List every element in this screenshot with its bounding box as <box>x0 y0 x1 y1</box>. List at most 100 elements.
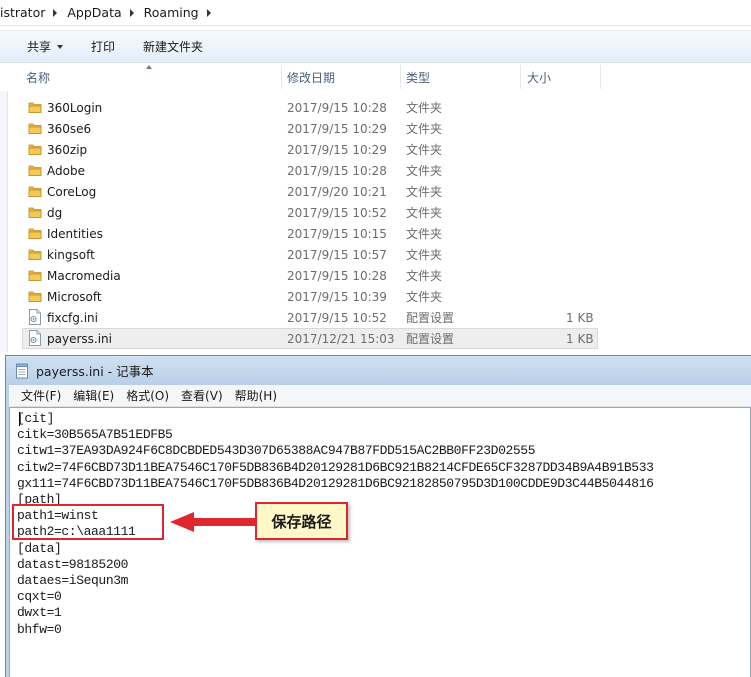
menu-view[interactable]: 查看(V) <box>175 387 229 404</box>
column-divider[interactable] <box>520 65 521 89</box>
menu-edit[interactable]: 编辑(E) <box>67 387 120 404</box>
menu-format[interactable]: 格式(O) <box>120 387 175 404</box>
folder-icon <box>28 291 42 302</box>
share-button[interactable]: 共享 <box>0 31 77 62</box>
file-row[interactable]: kingsoft 2017/9/15 10:57 文件夹 <box>0 244 751 265</box>
chevron-right-icon[interactable] <box>206 8 211 17</box>
breadcrumb-label: AppData <box>67 5 122 20</box>
print-label: 打印 <box>91 40 116 54</box>
new-folder-label: 新建文件夹 <box>143 40 204 54</box>
file-name: 360Login <box>47 100 103 115</box>
text-line: citw2=74F6CBD73D11BEA7546C170F5DB836B4D2… <box>17 459 654 475</box>
breadcrumb-roaming[interactable]: Roaming <box>144 5 211 20</box>
folder-icon <box>28 207 42 218</box>
ini-file-icon <box>29 330 41 346</box>
folder-icon <box>28 123 42 134</box>
text-line: [data] <box>17 540 62 556</box>
file-row[interactable]: 360se6 2017/9/15 10:29 文件夹 <box>0 118 751 139</box>
file-date: 2017/9/15 10:52 <box>287 205 387 220</box>
file-type: 文件夹 <box>406 227 443 241</box>
text-line: [cit] <box>17 411 55 426</box>
file-type: 文件夹 <box>406 290 443 304</box>
file-type: 文件夹 <box>406 122 443 136</box>
text-line: gx111=74F6CBD73D11BEA7546C170F5DB836B4D2… <box>17 475 654 491</box>
file-name: dg <box>47 205 63 220</box>
menu-help[interactable]: 帮助(H) <box>229 387 283 404</box>
text-line: cqxt=0 <box>17 589 62 605</box>
file-row[interactable]: payerss.ini 2017/12/21 15:03 配置设置 1 KB <box>0 328 751 349</box>
file-date: 2017/9/20 10:21 <box>287 184 387 199</box>
text-line: dataes=iSequn3m <box>17 573 129 588</box>
column-date-header[interactable]: 修改日期 <box>287 63 335 91</box>
file-date: 2017/9/15 10:28 <box>287 100 387 115</box>
file-name: payerss.ini <box>47 331 112 346</box>
folder-icon <box>28 144 42 155</box>
column-name-label: 名称 <box>26 70 51 85</box>
column-date-label: 修改日期 <box>287 70 336 85</box>
file-row[interactable]: Adobe 2017/9/15 10:28 文件夹 <box>0 160 751 181</box>
menu-file[interactable]: 文件(F) <box>9 387 67 404</box>
column-divider[interactable] <box>400 65 401 89</box>
column-type-header[interactable]: 类型 <box>406 63 430 91</box>
column-size-header[interactable]: 大小 <box>527 63 551 91</box>
folder-icon <box>28 165 42 176</box>
address-bar[interactable]: istrator AppData Roaming <box>0 0 751 26</box>
chevron-right-icon[interactable] <box>53 8 58 17</box>
chevron-right-icon[interactable] <box>129 8 134 17</box>
file-row[interactable]: CoreLog 2017/9/20 10:21 文件夹 <box>0 181 751 202</box>
folder-icon <box>28 228 42 239</box>
folder-icon <box>28 270 42 281</box>
notepad-text-area[interactable]: [cit] citk=30B565A7B51EDFB5 citw1=37EA93DA… <box>9 407 751 677</box>
print-button[interactable]: 打印 <box>77 31 129 62</box>
folder-icon <box>28 102 42 113</box>
chevron-down-icon <box>57 44 64 49</box>
file-name: Macromedia <box>47 268 121 283</box>
screenshot-root: istrator AppData Roaming 共享 打印 新建文件夹 名称 … <box>0 0 751 677</box>
file-type: 文件夹 <box>406 101 443 115</box>
notepad-title: payerss.ini - 记事本 <box>36 364 154 379</box>
column-divider[interactable] <box>600 65 601 89</box>
notepad-title-bar[interactable]: payerss.ini - 记事本 <box>6 356 751 385</box>
file-row[interactable]: dg 2017/9/15 10:52 文件夹 <box>0 202 751 223</box>
file-row[interactable]: 360zip 2017/9/15 10:29 文件夹 <box>0 139 751 160</box>
file-type: 文件夹 <box>406 206 443 220</box>
file-row[interactable]: fixcfg.ini 2017/9/15 10:52 配置设置 1 KB <box>0 307 751 328</box>
folder-icon <box>28 186 42 197</box>
column-divider[interactable] <box>281 65 282 89</box>
folder-icon <box>28 249 42 260</box>
breadcrumb-administrator[interactable]: istrator <box>0 5 58 20</box>
file-date: 2017/9/15 10:29 <box>287 121 387 136</box>
file-type: 文件夹 <box>406 269 443 283</box>
file-date: 2017/9/15 10:28 <box>287 163 387 178</box>
notepad-icon <box>16 363 28 378</box>
file-date: 2017/9/15 10:52 <box>287 310 387 325</box>
new-folder-button[interactable]: 新建文件夹 <box>129 31 217 62</box>
text-line: bhfw=0 <box>17 621 62 637</box>
file-name: fixcfg.ini <box>47 310 98 325</box>
file-type: 配置设置 <box>406 311 455 325</box>
file-date: 2017/12/21 15:03 <box>287 331 395 346</box>
file-row[interactable]: Identities 2017/9/15 10:15 文件夹 <box>0 223 751 244</box>
file-date: 2017/9/15 10:28 <box>287 268 387 283</box>
file-row[interactable]: Microsoft 2017/9/15 10:39 文件夹 <box>0 286 751 307</box>
file-type: 配置设置 <box>406 332 455 346</box>
file-name: Microsoft <box>47 289 102 304</box>
file-row[interactable]: 360Login 2017/9/15 10:28 文件夹 <box>0 97 751 118</box>
column-name-header[interactable]: 名称 <box>26 63 50 91</box>
file-size: 1 KB <box>566 331 594 346</box>
file-name: 360zip <box>47 142 88 157</box>
file-row[interactable]: Macromedia 2017/9/15 10:28 文件夹 <box>0 265 751 286</box>
explorer-window: istrator AppData Roaming 共享 打印 新建文件夹 名称 … <box>0 0 751 352</box>
breadcrumb-appdata[interactable]: AppData <box>67 5 134 20</box>
file-name: kingsoft <box>47 247 95 262</box>
text-line: citw1=37EA93DA924F6C8DCBDED543D307D65388… <box>17 443 536 459</box>
callout-save-path: 保存路径 <box>255 502 348 540</box>
column-type-label: 类型 <box>406 70 431 85</box>
text-line: datast=98185200 <box>17 556 129 572</box>
file-name: Adobe <box>47 163 85 178</box>
file-name: Identities <box>47 226 103 241</box>
file-type: 文件夹 <box>406 248 443 262</box>
path-highlight-box <box>12 504 164 540</box>
arrow-left-icon <box>170 512 256 532</box>
column-size-label: 大小 <box>527 70 552 85</box>
